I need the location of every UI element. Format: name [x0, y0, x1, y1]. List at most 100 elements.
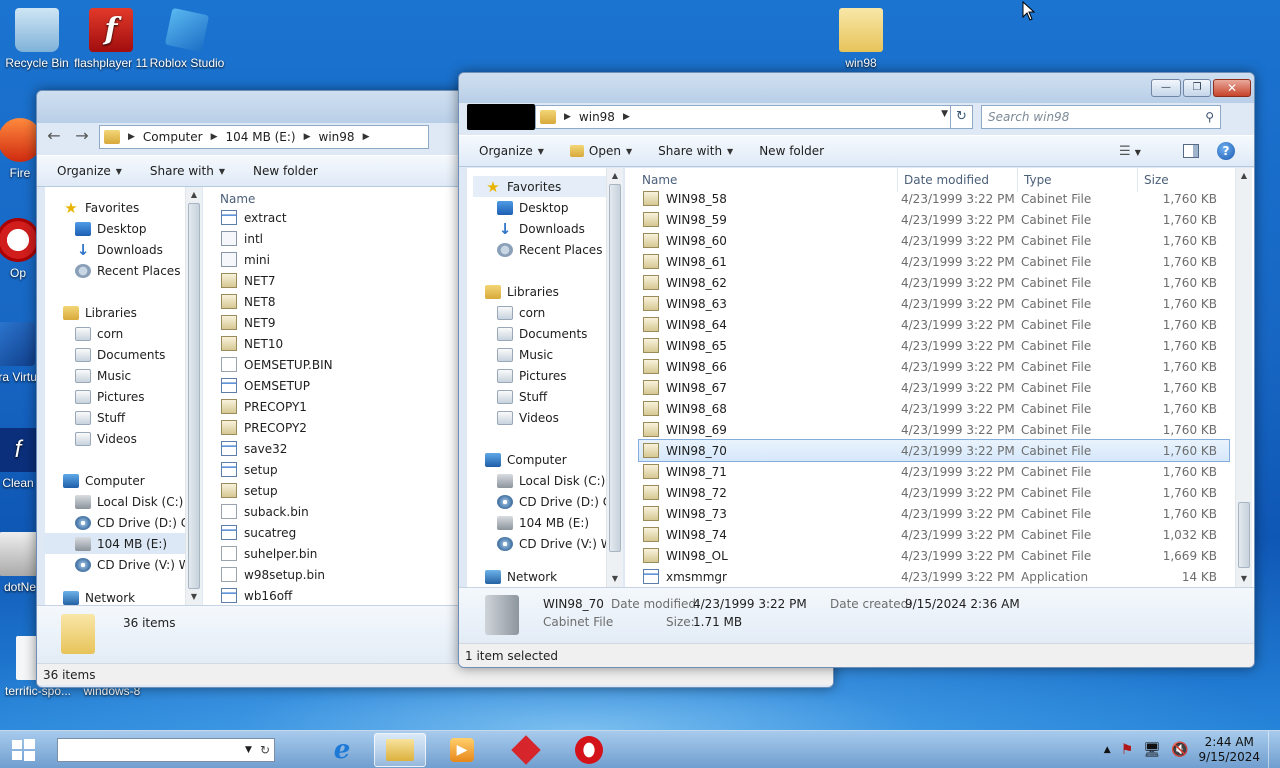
- taskbar-file-explorer[interactable]: [374, 733, 426, 767]
- breadcrumb-item[interactable]: win98: [579, 110, 615, 124]
- breadcrumb-item[interactable]: 104 MB (E:): [226, 130, 296, 144]
- nav-network[interactable]: Network: [485, 566, 622, 587]
- desktop-icon-recycle-bin[interactable]: Recycle Bin: [0, 8, 77, 70]
- scroll-down-arrow-icon[interactable]: ▼: [607, 571, 623, 587]
- file-row[interactable]: WIN98_69 4/23/1999 3:22 PM Cabinet File 1,7…: [639, 419, 1229, 440]
- nav-library-pictures[interactable]: Pictures: [485, 365, 622, 386]
- navigation-buttons-redacted[interactable]: [467, 104, 535, 130]
- nav-library-corn[interactable]: corn: [63, 323, 200, 344]
- back-arrow-icon[interactable]: ←: [43, 126, 65, 148]
- nav-library-videos[interactable]: Videos: [485, 407, 622, 428]
- navigation-pane-scrollbar[interactable]: ▲ ▼: [606, 168, 623, 587]
- organize-button[interactable]: Organize ▼: [479, 144, 544, 158]
- forward-arrow-icon[interactable]: →: [71, 126, 93, 148]
- nav-computer[interactable]: Computer: [485, 449, 622, 470]
- show-desktop-button[interactable]: [1268, 731, 1280, 768]
- scroll-up-arrow-icon[interactable]: ▲: [1236, 168, 1252, 184]
- nav-drive-e[interactable]: 104 MB (E:): [485, 512, 622, 533]
- nav-downloads[interactable]: ↓ Downloads: [63, 239, 200, 260]
- preview-pane-icon[interactable]: [1183, 144, 1199, 158]
- nav-library-documents[interactable]: Documents: [63, 344, 200, 365]
- refresh-icon[interactable]: ↻: [950, 106, 972, 128]
- taskbar-opera[interactable]: [563, 733, 615, 767]
- file-row[interactable]: WIN98_74 4/23/1999 3:22 PM Cabinet File 1,0…: [639, 524, 1229, 545]
- share-with-button[interactable]: Share with ▼: [150, 164, 225, 178]
- volume-muted-icon[interactable]: 🔇: [1171, 742, 1188, 758]
- nav-libraries[interactable]: Libraries: [485, 281, 622, 302]
- nav-recent-places[interactable]: Recent Places: [63, 260, 200, 281]
- search-input[interactable]: Search win98 ⚲: [981, 105, 1221, 129]
- search-icon[interactable]: ⚲: [1205, 110, 1214, 124]
- close-button[interactable]: ✕: [1213, 79, 1251, 97]
- nav-library-videos[interactable]: Videos: [63, 428, 200, 449]
- file-list-scrollbar[interactable]: ▲ ▼: [1235, 168, 1252, 587]
- show-hidden-icons-icon[interactable]: ▲: [1104, 745, 1111, 755]
- clock[interactable]: 2:44 AM 9/15/2024: [1198, 735, 1260, 765]
- start-button[interactable]: [6, 736, 46, 764]
- file-row[interactable]: WIN98_64 4/23/1999 3:22 PM Cabinet File 1,7…: [639, 314, 1229, 335]
- nav-drive-e[interactable]: 104 MB (E:): [45, 533, 200, 554]
- desktop-icon-flashplayer[interactable]: f flashplayer 11: [71, 8, 151, 70]
- nav-libraries[interactable]: Libraries: [63, 302, 200, 323]
- file-row[interactable]: WIN98_71 4/23/1999 3:22 PM Cabinet File 1,7…: [639, 461, 1229, 482]
- share-with-button[interactable]: Share with ▼: [658, 144, 733, 158]
- file-row[interactable]: WIN98_60 4/23/1999 3:22 PM Cabinet File 1,7…: [639, 230, 1229, 251]
- organize-button[interactable]: Organize ▼: [57, 164, 122, 178]
- scrollbar-thumb[interactable]: [1238, 502, 1250, 568]
- address-toolbar-input[interactable]: ▼ ↻: [57, 738, 275, 762]
- file-row[interactable]: WIN98_68 4/23/1999 3:22 PM Cabinet File 1,7…: [639, 398, 1229, 419]
- taskbar-roblox[interactable]: [500, 733, 552, 767]
- taskbar-internet-explorer[interactable]: e: [316, 733, 368, 767]
- file-row[interactable]: WIN98_62 4/23/1999 3:22 PM Cabinet File 1,7…: [639, 272, 1229, 293]
- desktop-icon-win98[interactable]: win98: [821, 8, 901, 70]
- nav-cd-drive-v[interactable]: CD Drive (V:) Wir: [63, 554, 200, 575]
- address-bar[interactable]: ▶ win98 ▶ ▼ ↻: [535, 105, 973, 129]
- refresh-icon[interactable]: ↻: [260, 743, 270, 757]
- file-row[interactable]: WIN98_72 4/23/1999 3:22 PM Cabinet File 1,7…: [639, 482, 1229, 503]
- maximize-button[interactable]: ❐: [1183, 79, 1211, 97]
- nav-favorites[interactable]: ★ Favorites: [63, 197, 200, 218]
- file-row[interactable]: WIN98_OL 4/23/1999 3:22 PM Cabinet File 1,6…: [639, 545, 1229, 566]
- nav-local-disk-c[interactable]: Local Disk (C:): [63, 491, 200, 512]
- file-row[interactable]: WIN98_70 4/23/1999 3:22 PM Cabinet File 1,7…: [638, 439, 1230, 462]
- nav-cd-drive-d[interactable]: CD Drive (D:) CC: [485, 491, 622, 512]
- nav-cd-drive-v[interactable]: CD Drive (V:) Wir: [485, 533, 622, 554]
- nav-library-music[interactable]: Music: [63, 365, 200, 386]
- file-row[interactable]: WIN98_73 4/23/1999 3:22 PM Cabinet File 1,7…: [639, 503, 1229, 524]
- network-status-icon[interactable]: 🖥: [1143, 742, 1161, 758]
- nav-network[interactable]: Network: [63, 587, 200, 605]
- address-bar[interactable]: ▶ Computer ▶ 104 MB (E:) ▶ win98 ▶: [99, 125, 429, 149]
- view-options-icon[interactable]: ☰ ▼: [1119, 144, 1141, 159]
- navigation-pane-scrollbar[interactable]: ▲ ▼: [185, 187, 202, 605]
- nav-library-pictures[interactable]: Pictures: [63, 386, 200, 407]
- scroll-down-arrow-icon[interactable]: ▼: [186, 589, 202, 605]
- file-row[interactable]: WIN98_58 4/23/1999 3:22 PM Cabinet File 1,7…: [639, 188, 1229, 209]
- new-folder-button[interactable]: New folder: [759, 144, 824, 158]
- action-center-icon[interactable]: ⚑: [1121, 742, 1134, 758]
- scrollbar-thumb[interactable]: [609, 184, 621, 552]
- nav-recent-places[interactable]: Recent Places: [485, 239, 622, 260]
- chevron-down-icon[interactable]: ▼: [245, 745, 252, 755]
- file-row[interactable]: WIN98_61 4/23/1999 3:22 PM Cabinet File 1,7…: [639, 251, 1229, 272]
- new-folder-button[interactable]: New folder: [253, 164, 318, 178]
- help-icon[interactable]: ?: [1217, 142, 1235, 160]
- nav-library-music[interactable]: Music: [485, 344, 622, 365]
- chevron-down-icon[interactable]: ▼: [941, 109, 948, 119]
- file-row[interactable]: xmsmmgr 4/23/1999 3:22 PM Application 14 KB: [639, 566, 1229, 587]
- explorer-window-front[interactable]: — ❐ ✕ ▶ win98 ▶ ▼ ↻ Search win98 ⚲ Organ…: [458, 72, 1255, 668]
- scroll-down-arrow-icon[interactable]: ▼: [1236, 571, 1252, 587]
- nav-cd-drive-d[interactable]: CD Drive (D:) CC: [63, 512, 200, 533]
- scroll-up-arrow-icon[interactable]: ▲: [607, 168, 623, 184]
- minimize-button[interactable]: —: [1151, 79, 1181, 97]
- file-row[interactable]: WIN98_65 4/23/1999 3:22 PM Cabinet File 1,7…: [639, 335, 1229, 356]
- nav-downloads[interactable]: ↓ Downloads: [485, 218, 622, 239]
- file-row[interactable]: WIN98_67 4/23/1999 3:22 PM Cabinet File 1,7…: [639, 377, 1229, 398]
- nav-desktop[interactable]: Desktop: [63, 218, 200, 239]
- file-row[interactable]: WIN98_59 4/23/1999 3:22 PM Cabinet File 1,7…: [639, 209, 1229, 230]
- file-row[interactable]: WIN98_66 4/23/1999 3:22 PM Cabinet File 1,7…: [639, 356, 1229, 377]
- nav-computer[interactable]: Computer: [63, 470, 200, 491]
- desktop-icon-roblox-studio[interactable]: Roblox Studio: [147, 7, 227, 70]
- open-button[interactable]: Open ▼: [569, 144, 632, 158]
- scrollbar-thumb[interactable]: [188, 203, 200, 589]
- nav-local-disk-c[interactable]: Local Disk (C:): [485, 470, 622, 491]
